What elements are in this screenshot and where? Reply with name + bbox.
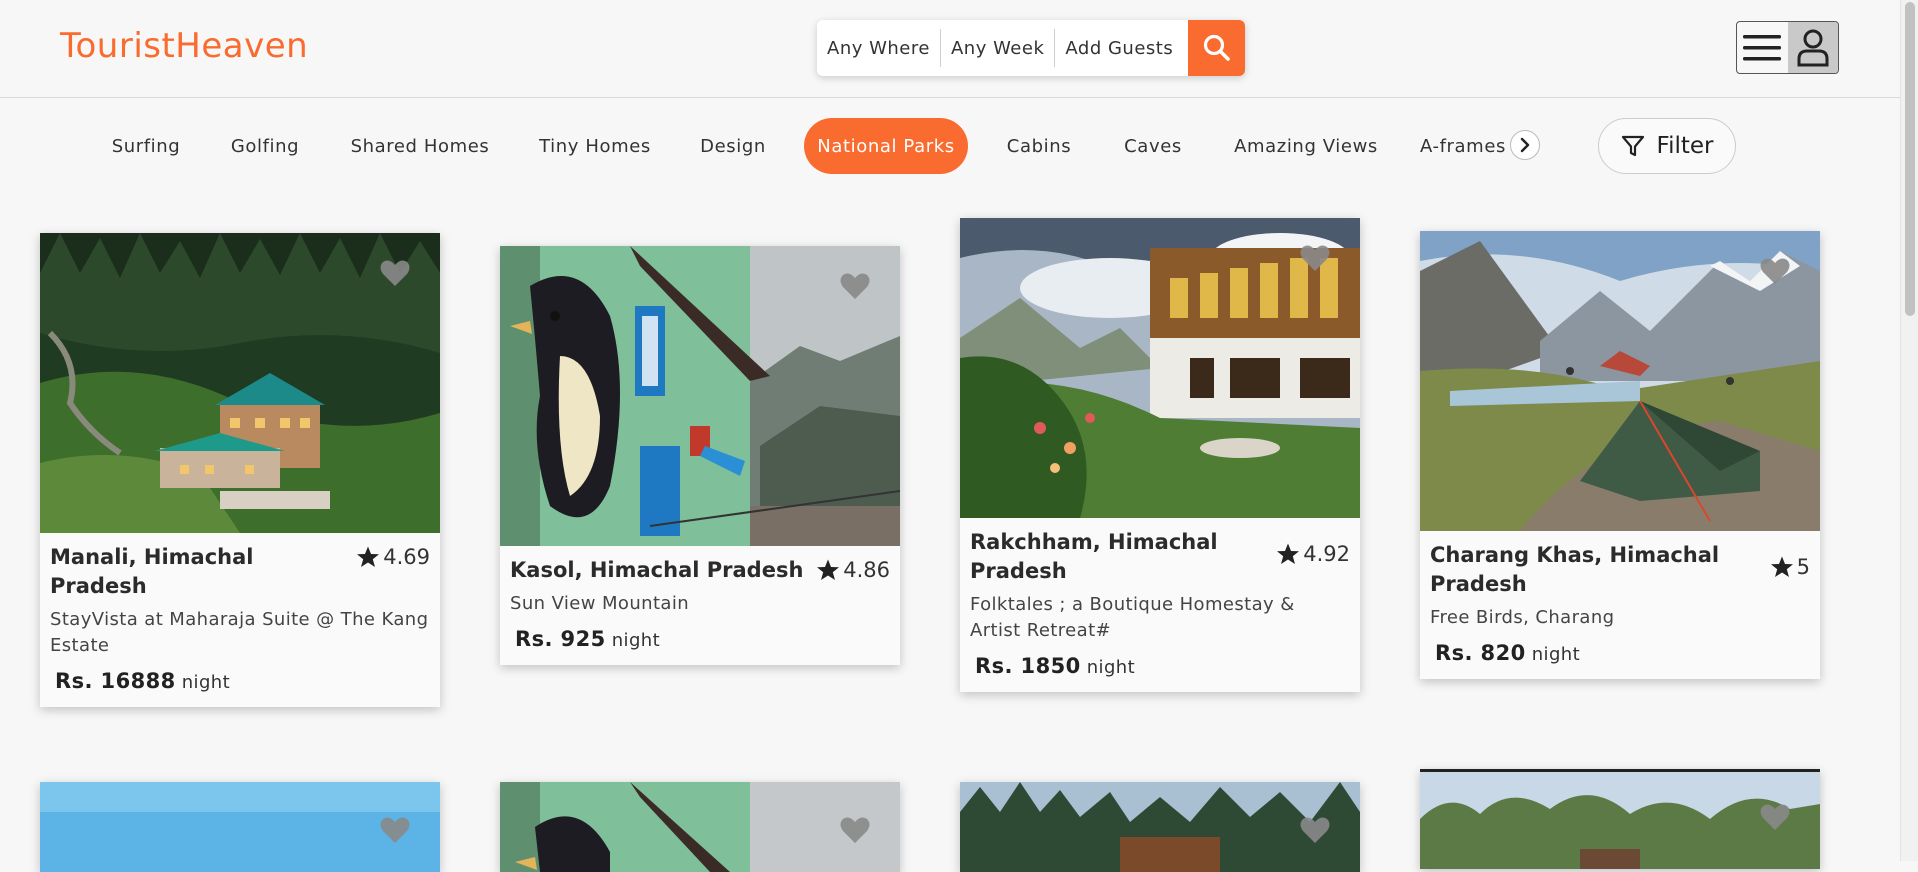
listing-rating: 4.86 bbox=[815, 556, 890, 582]
listing-photo[interactable] bbox=[1420, 231, 1820, 531]
listing-info: Manali, Himachal Pradesh 4.69 StayVista … bbox=[40, 533, 440, 707]
listing-price-amount: Rs. 925 bbox=[515, 627, 606, 651]
listing-photo[interactable] bbox=[40, 233, 440, 533]
listing-title: Folktales ; a Boutique Homestay & Artist… bbox=[970, 594, 1295, 641]
category-surfing[interactable]: Surfing bbox=[102, 118, 190, 174]
listing-info: Charang Khas, Himachal Pradesh 5 Free Bi… bbox=[1420, 531, 1820, 679]
listing-price-unit: night bbox=[1531, 644, 1581, 665]
category-golfing[interactable]: Golfing bbox=[222, 118, 308, 174]
category-national-parks[interactable]: National Parks bbox=[804, 118, 968, 174]
category-amazing-views[interactable]: Amazing Views bbox=[1226, 118, 1386, 174]
filter-label: Filter bbox=[1656, 133, 1714, 159]
category-caves[interactable]: Caves bbox=[1114, 118, 1192, 174]
brand-logo[interactable]: TouristHeaven bbox=[60, 26, 308, 66]
filter-button[interactable]: Filter bbox=[1598, 118, 1736, 174]
filter-icon bbox=[1621, 135, 1644, 157]
search-where[interactable]: Any Where bbox=[817, 20, 940, 76]
listing-photo[interactable] bbox=[1420, 769, 1820, 869]
listing-card[interactable] bbox=[500, 782, 900, 872]
listing-card[interactable]: Rakchham, Himachal Pradesh 4.92 Folktale… bbox=[960, 218, 1360, 692]
listing-price: Rs. 820 night bbox=[1430, 641, 1810, 665]
listing-location: Manali, Himachal Pradesh bbox=[50, 545, 254, 598]
listing-price: Rs. 925 night bbox=[510, 627, 890, 651]
favorite-heart-icon[interactable] bbox=[840, 272, 870, 300]
listing-rating-value: 4.86 bbox=[843, 558, 890, 582]
category-shared-homes[interactable]: Shared Homes bbox=[340, 118, 500, 174]
listing-info: Kasol, Himachal Pradesh 4.86 Sun View Mo… bbox=[500, 546, 900, 665]
listing-photo[interactable] bbox=[960, 218, 1360, 518]
listing-photo[interactable] bbox=[960, 782, 1360, 872]
search-guests[interactable]: Add Guests bbox=[1055, 20, 1183, 76]
listing-title: Sun View Mountain bbox=[510, 593, 690, 614]
search-icon bbox=[1203, 34, 1230, 61]
search-bar: Any Where Any Week Add Guests bbox=[817, 20, 1245, 76]
listing-location: Charang Khas, Himachal Pradesh bbox=[1430, 543, 1720, 596]
favorite-heart-icon[interactable] bbox=[1760, 803, 1790, 831]
star-icon bbox=[1277, 543, 1300, 564]
listing-rating: 4.69 bbox=[355, 543, 430, 569]
user-icon bbox=[1797, 29, 1829, 66]
category-design[interactable]: Design bbox=[690, 118, 776, 174]
listing-price-amount: Rs. 16888 bbox=[55, 669, 176, 693]
hamburger-icon bbox=[1743, 34, 1782, 60]
listing-photo[interactable] bbox=[40, 782, 440, 872]
star-icon bbox=[1770, 556, 1793, 577]
listing-card[interactable]: Manali, Himachal Pradesh 4.69 StayVista … bbox=[40, 233, 440, 707]
listing-card[interactable] bbox=[1420, 769, 1820, 869]
chevron-right-icon bbox=[1520, 137, 1530, 153]
listing-card[interactable] bbox=[40, 782, 440, 872]
listing-rating-value: 5 bbox=[1796, 555, 1810, 579]
listing-title: StayVista at Maharaja Suite @ The Kang E… bbox=[50, 609, 429, 656]
listing-price: Rs. 16888 night bbox=[50, 669, 430, 693]
search-week[interactable]: Any Week bbox=[941, 20, 1054, 76]
listing-info: Rakchham, Himachal Pradesh 4.92 Folktale… bbox=[960, 518, 1360, 692]
listing-price-amount: Rs. 820 bbox=[1435, 641, 1526, 665]
listing-price: Rs. 1850 night bbox=[970, 654, 1350, 678]
hamburger-menu[interactable] bbox=[1737, 22, 1788, 73]
listing-card[interactable] bbox=[960, 782, 1360, 872]
category-cabins[interactable]: Cabins bbox=[996, 118, 1082, 174]
listing-rating-value: 4.92 bbox=[1303, 542, 1350, 566]
listing-location: Rakchham, Himachal Pradesh bbox=[970, 530, 1218, 583]
listing-price-unit: night bbox=[611, 630, 661, 651]
top-header: TouristHeaven Any Where Any Week Add Gue… bbox=[0, 0, 1900, 98]
category-next-button[interactable] bbox=[1510, 130, 1540, 160]
star-icon bbox=[817, 559, 840, 580]
listing-price-unit: night bbox=[181, 672, 231, 693]
user-avatar[interactable] bbox=[1787, 22, 1838, 73]
listing-photo[interactable] bbox=[500, 782, 900, 872]
search-button[interactable] bbox=[1188, 20, 1245, 76]
listing-price-amount: Rs. 1850 bbox=[975, 654, 1081, 678]
category-tiny-homes[interactable]: Tiny Homes bbox=[532, 118, 658, 174]
listing-photo[interactable] bbox=[500, 246, 900, 546]
user-menu-button[interactable] bbox=[1736, 21, 1839, 74]
scrollbar-thumb[interactable] bbox=[1905, 2, 1915, 316]
favorite-heart-icon[interactable] bbox=[1760, 257, 1790, 285]
page-scrollbar[interactable] bbox=[1900, 0, 1918, 861]
listing-card[interactable]: Charang Khas, Himachal Pradesh 5 Free Bi… bbox=[1420, 231, 1820, 679]
favorite-heart-icon[interactable] bbox=[840, 816, 870, 844]
category-a-frames[interactable]: A-frames bbox=[1420, 118, 1520, 174]
listing-card[interactable]: Kasol, Himachal Pradesh 4.86 Sun View Mo… bbox=[500, 246, 900, 665]
favorite-heart-icon[interactable] bbox=[380, 816, 410, 844]
listing-title: Free Birds, Charang bbox=[1430, 607, 1615, 628]
favorite-heart-icon[interactable] bbox=[1300, 816, 1330, 844]
favorite-heart-icon[interactable] bbox=[380, 259, 410, 287]
listing-rating-value: 4.69 bbox=[383, 545, 430, 569]
listing-rating: 4.92 bbox=[1275, 528, 1350, 566]
favorite-heart-icon[interactable] bbox=[1300, 244, 1330, 272]
star-icon bbox=[357, 546, 380, 567]
listing-price-unit: night bbox=[1086, 657, 1136, 678]
listing-rating: 5 bbox=[1769, 541, 1810, 579]
listing-location: Kasol, Himachal Pradesh bbox=[510, 558, 804, 582]
